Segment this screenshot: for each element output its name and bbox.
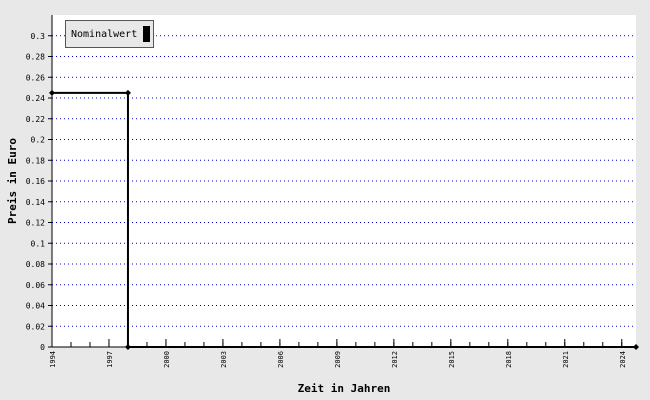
y-tick-label: 0.3 — [31, 32, 46, 41]
x-tick-label: 2006 — [277, 351, 285, 368]
y-tick-label: 0.28 — [26, 53, 45, 62]
y-tick-label: 0.06 — [26, 281, 45, 290]
chart: 0 0.02 0.04 0.06 0.08 0.1 0.12 0.14 0.16 0.18 0.2 0… — [0, 0, 650, 400]
x-tick-label: 2015 — [448, 351, 456, 368]
y-tick-label: 0.02 — [26, 322, 45, 331]
x-tick-label: 2024 — [619, 351, 627, 368]
y-tick-label: 0.2 — [31, 136, 46, 145]
x-tick-label: 2021 — [562, 351, 570, 368]
y-tick-label: 0.18 — [26, 156, 45, 165]
x-axis-label: Zeit in Jahren — [298, 382, 391, 395]
x-tick-label: 2003 — [220, 351, 228, 368]
x-tick-label: 2018 — [505, 351, 513, 368]
y-tick-label: 0.22 — [26, 115, 45, 124]
x-tick-label: 2000 — [163, 351, 171, 368]
y-tick-label: 0.24 — [26, 94, 45, 103]
y-tick-label: 0.14 — [26, 198, 45, 207]
legend-swatch — [143, 26, 151, 42]
x-tick-label: 1997 — [106, 351, 114, 368]
legend-label: Nominalwert — [71, 28, 138, 40]
y-tick-label: 0.12 — [26, 219, 45, 228]
x-tick-label: 2009 — [334, 351, 342, 368]
chart-canvas: 0 0.02 0.04 0.06 0.08 0.1 0.12 0.14 0.16 0.18 0.2 0… — [6, 15, 639, 395]
y-tick-label: 0.1 — [31, 239, 46, 248]
x-tick-label: 2012 — [391, 351, 399, 368]
legend: Nominalwert — [65, 20, 154, 48]
y-axis-label: Preis in Euro — [6, 138, 19, 224]
x-tick-label: 1994 — [49, 351, 57, 368]
y-tick-label: 0.04 — [26, 302, 45, 311]
y-tick-label: 0.16 — [26, 177, 45, 186]
y-tick-label: 0.26 — [26, 73, 45, 82]
y-tick-label: 0.08 — [26, 260, 45, 269]
y-tick-label: 0 — [40, 343, 45, 352]
